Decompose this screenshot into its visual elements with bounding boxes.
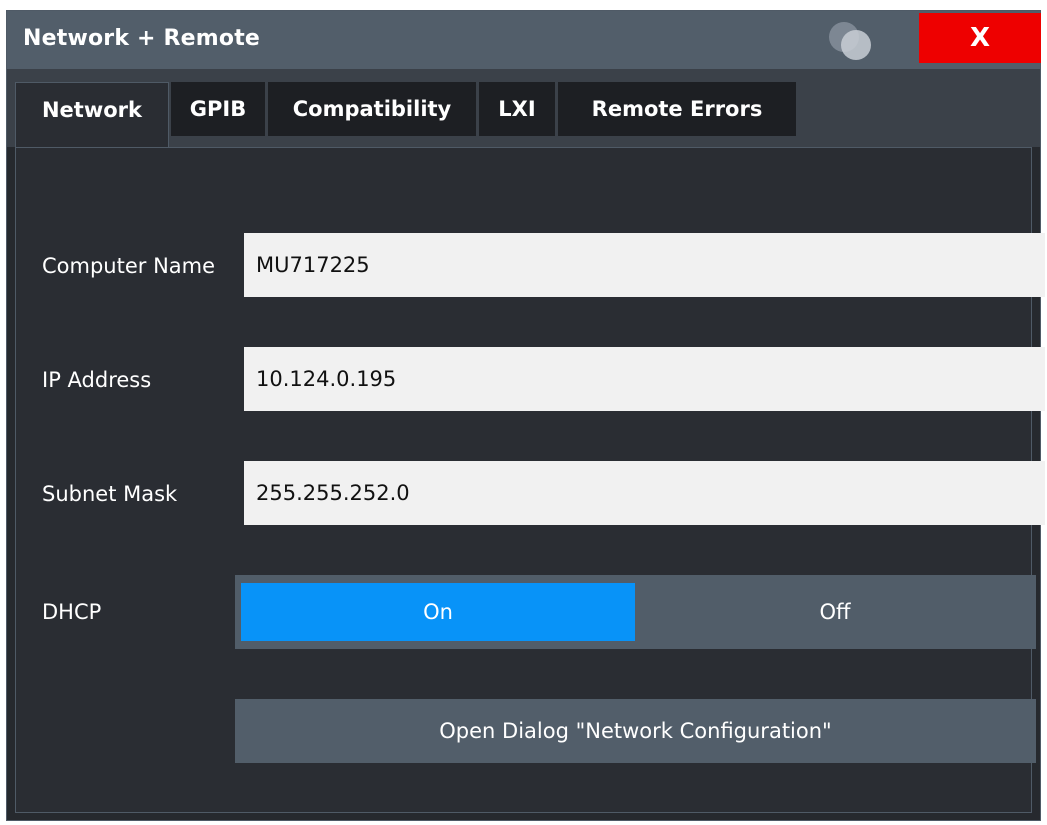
- help-icon[interactable]: [821, 15, 881, 65]
- dhcp-off-button[interactable]: Off: [638, 583, 1032, 641]
- dialog-title: Network + Remote: [23, 26, 261, 51]
- tab-lxi[interactable]: LXI: [479, 82, 555, 136]
- ip-address-field[interactable]: 10.124.0.195: [244, 347, 1045, 411]
- close-icon: X: [969, 23, 991, 53]
- tab-compatibility[interactable]: Compatibility: [268, 82, 476, 136]
- subnet-mask-field[interactable]: 255.255.252.0: [244, 461, 1045, 525]
- close-button[interactable]: X: [919, 13, 1041, 63]
- dhcp-label: DHCP: [42, 600, 102, 624]
- subnet-mask-label: Subnet Mask: [42, 482, 178, 506]
- tab-network[interactable]: Network: [15, 82, 169, 147]
- network-remote-dialog: Network + Remote X Network GPIB Compatib…: [6, 10, 1045, 821]
- computer-name-label: Computer Name: [42, 254, 216, 278]
- tab-gpib[interactable]: GPIB: [171, 82, 265, 136]
- dhcp-toggle: On Off: [235, 575, 1036, 649]
- tab-bar: Network GPIB Compatibility LXI Remote Er…: [7, 69, 1040, 147]
- open-network-configuration-button[interactable]: Open Dialog "Network Configuration": [235, 699, 1036, 763]
- computer-name-field[interactable]: MU717225: [244, 233, 1045, 297]
- ip-address-label: IP Address: [42, 368, 152, 392]
- title-bar: Network + Remote X: [7, 11, 1041, 69]
- dhcp-on-button[interactable]: On: [241, 583, 635, 641]
- tab-remote-errors[interactable]: Remote Errors: [558, 82, 796, 136]
